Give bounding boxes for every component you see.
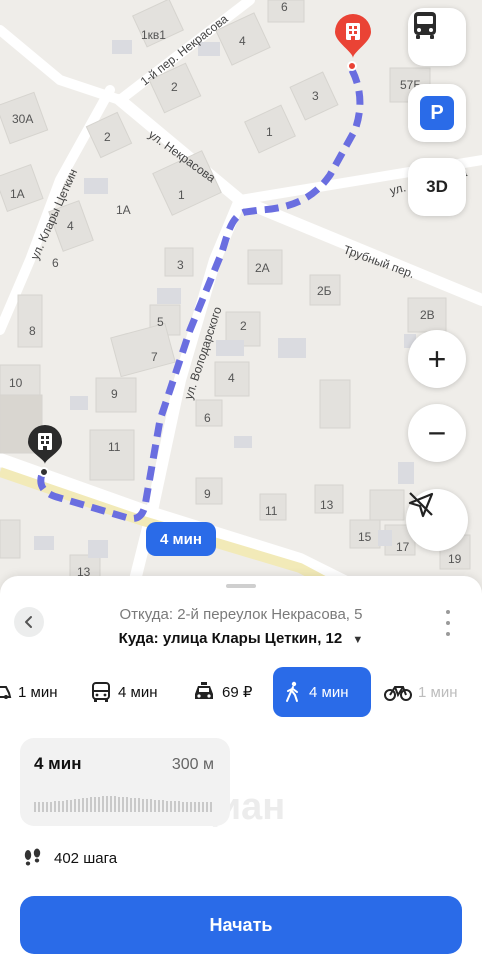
chevron-down-icon: ▼ [352,634,364,646]
mode-bus[interactable]: 4 мин [90,667,158,717]
map-label: 7 [151,350,158,364]
mode-taxi-label: 69 ₽ [222,684,253,701]
three-d-button[interactable]: 3D [408,158,466,216]
zoom-in-button[interactable]: + [408,330,466,388]
bus-icon [414,12,436,39]
car-icon [0,686,12,699]
map-label: 1 [178,188,185,202]
map-label: 30А [12,112,34,126]
route-to[interactable]: Куда: улица Клары Цеткин, 12 ▼ [0,630,482,647]
taxi-icon [195,682,213,699]
map-label: 8 [29,324,36,338]
map-label: 1А [10,187,25,201]
map-label: 4 [67,219,74,233]
mode-car[interactable]: 1 мин [0,667,58,717]
map-label: 3 [177,258,184,272]
map-label: 2 [171,80,178,94]
start-button[interactable]: Начать [20,896,462,954]
mode-walk[interactable]: 4 мин [273,667,371,717]
map-label: 15 [358,530,372,544]
mode-car-label: 1 мин [18,683,58,701]
map-label: 2 [104,130,111,144]
building-icon [335,14,371,58]
steps-info: 402 шага [22,848,117,868]
map-label: 11 [108,440,121,454]
parking-icon: P [420,96,454,130]
map-label: 2Б [317,284,332,298]
mode-bike-label: 1 мин [418,683,458,701]
map-view[interactable]: 1кв1 6 4 2 3 1 57Б 30А 2 1А 1А 4 6 1 3 2… [0,0,482,600]
map-label: 13 [320,498,334,512]
route-duration: 4 мин [34,754,82,773]
elevation-profile [34,796,212,812]
mode-bus-label: 4 мин [118,683,158,701]
route-distance: 300 м [171,756,214,773]
route-option-card[interactable]: 4 мин 300 м [20,738,230,826]
parking-button[interactable]: P [408,84,466,142]
building-icon [28,425,62,464]
mode-walk-label: 4 мин [309,683,349,701]
mode-bike[interactable]: 1 мин [384,667,458,717]
map-label: 6 [204,411,211,425]
map-label: 17 [396,540,410,554]
map-label: 9 [204,487,211,501]
map-label: 6 [52,256,59,270]
sheet-handle[interactable] [226,584,256,588]
transport-modes: 1 мин 4 мин 69 ₽ 4 мин 1 мин [0,667,482,717]
map-label: 4 [239,34,246,48]
map-label: 19 [448,552,462,566]
zoom-out-button[interactable]: − [408,404,466,462]
location-off-icon [408,492,434,518]
map-label: 1А [116,203,131,217]
bike-icon [384,686,412,701]
route-sheet: Циан Откуда: 2-й переулок Некрасова, 5 К… [0,576,482,960]
map-label: 6 [281,0,288,14]
map-label: 2В [420,308,435,322]
map-label: 3 [312,89,319,103]
transit-button[interactable] [408,8,466,66]
destination-pin[interactable] [333,12,373,60]
map-label: 9 [111,387,118,401]
footprints-icon [24,848,41,866]
more-menu-button[interactable] [438,610,458,636]
map-label: 2А [255,261,270,275]
route-time-badge[interactable]: 4 мин [146,522,216,556]
steps-count: 402 шага [54,849,118,867]
map-label: 5 [157,315,164,329]
bus-icon [92,682,110,702]
origin-pin[interactable] [26,424,64,466]
route-to-label: Куда: улица Клары Цеткин, 12 [118,630,343,647]
map-label: 1 [266,125,273,139]
map-label: 2 [240,319,247,333]
mode-taxi[interactable]: 69 ₽ [192,667,252,717]
map-label: 11 [265,504,278,518]
map-label: 4 [228,371,235,385]
location-button[interactable] [406,489,468,551]
map-label: 1кв1 [141,28,166,42]
parking-label: P [430,101,444,124]
map-label: 10 [9,376,23,390]
walk-icon [286,681,298,702]
route-from[interactable]: Откуда: 2-й переулок Некрасова, 5 [0,606,482,623]
